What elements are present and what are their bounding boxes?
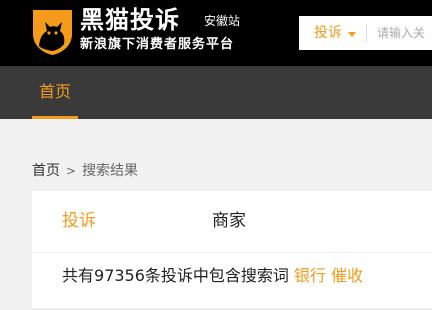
search-input[interactable] [371,16,432,50]
search-type-dropdown[interactable]: 投诉 [299,16,364,50]
breadcrumb-current: 搜索结果 [82,163,139,179]
result-summary: 共有97356条投诉中包含搜索词 银行 催收 [62,264,363,288]
search-box: 投诉 [299,16,432,50]
main-nav: 首页 [0,66,432,119]
summary-middle: 条投诉中包含搜索词 [144,266,289,285]
brand[interactable]: 黑猫投诉 新浪旗下消费者服务平台 [80,5,280,53]
search-divider [366,24,367,42]
search-keyword: 银行 [294,266,327,285]
black-cat-logo-icon[interactable] [30,8,75,56]
tab-divider [32,252,432,253]
search-type-label: 投诉 [314,25,342,41]
nav-item-label: 首页 [38,82,71,101]
site-region-name[interactable]: 安徽站 [204,13,240,29]
chevron-down-icon [348,31,356,37]
brand-slogan: 新浪旗下消费者服务平台 [80,37,235,52]
tab-merchants[interactable]: 商家 [212,209,246,233]
brand-name: 黑猫投诉 [80,6,180,34]
nav-item-home[interactable]: 首页 [32,66,78,119]
breadcrumb-separator: > [66,164,77,178]
tab-complaints[interactable]: 投诉 [62,209,96,233]
summary-prefix: 共有 [62,266,95,285]
breadcrumb: 首页 > 搜索结果 [32,161,138,181]
nav-active-underline [32,116,78,119]
site-header: 黑猫投诉 新浪旗下消费者服务平台 安徽站 投诉 [0,0,432,66]
breadcrumb-home-link[interactable]: 首页 [32,163,60,179]
search-results-card: 投诉 商家 共有97356条投诉中包含搜索词 银行 催收 [32,191,432,310]
search-keyword: 催收 [331,266,364,285]
result-count: 97356 [94,266,145,285]
